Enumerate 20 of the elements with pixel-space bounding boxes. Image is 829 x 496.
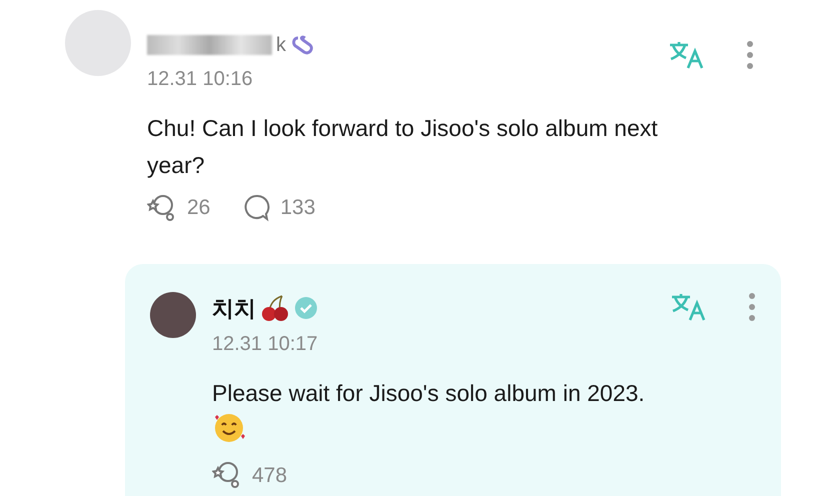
username[interactable]: k xyxy=(276,30,286,60)
smiling-face-icon xyxy=(212,412,246,444)
reply-count: 133 xyxy=(280,195,316,221)
reaction-count: 26 xyxy=(187,195,210,221)
react-icon[interactable] xyxy=(212,460,242,490)
translate-icon[interactable] xyxy=(668,40,706,70)
avatar-placeholder[interactable] xyxy=(150,292,196,338)
reaction-count: 478 xyxy=(252,462,288,488)
timestamp: 12.31 10:16 xyxy=(147,67,254,92)
timestamp: 12.31 10:17 xyxy=(212,332,319,356)
comment-text: Chu! Can I look forward to Jisoo's solo album next year? xyxy=(147,114,659,180)
more-options-icon[interactable] xyxy=(746,40,754,70)
cherry-icon xyxy=(260,293,290,323)
badge-icon xyxy=(290,34,316,56)
react-icon[interactable] xyxy=(147,192,177,223)
more-options-icon[interactable] xyxy=(748,292,756,322)
comment-icon[interactable] xyxy=(244,194,270,222)
reply-text: Please wait for Jisoo's solo album in 2023. xyxy=(212,378,646,408)
username[interactable]: 치치 xyxy=(212,292,256,324)
translate-icon[interactable] xyxy=(670,292,708,322)
